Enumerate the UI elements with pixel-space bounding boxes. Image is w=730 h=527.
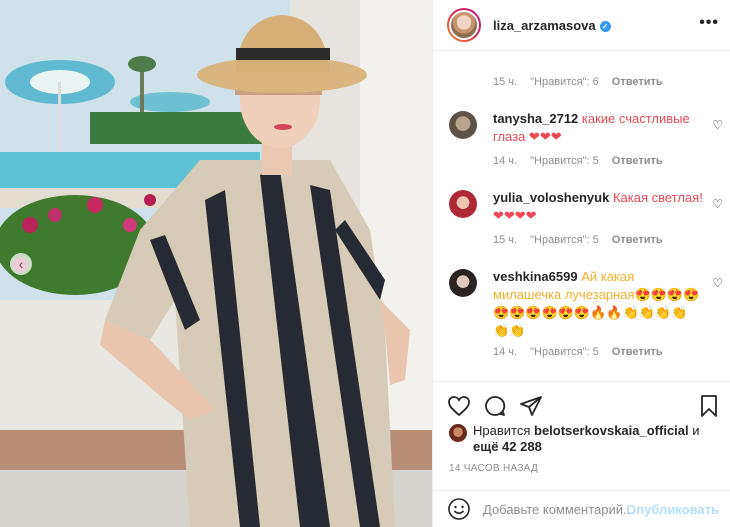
comment-time: 15 ч. [493,76,518,88]
like-comment-heart-icon[interactable]: ♡ [712,197,723,211]
comment-body: tanysha_2712 какие счастливые глаза ❤❤❤ [493,110,703,146]
comments-list: 15 ч. "Нравится": 6 Ответить tanysha_271… [433,52,730,381]
author-username[interactable]: liza_arzamasova ✓ [493,18,611,33]
comment-username[interactable]: tanysha_2712 [493,111,578,126]
more-options-icon[interactable]: ••• [699,14,719,32]
comment-meta: 14 ч. "Нравится": 5 Ответить [493,155,673,167]
liker-avatar[interactable] [449,424,467,442]
comment-body: yulia_voloshenyuk Какая светлая! ❤❤❤❤ [493,189,703,225]
reply-button[interactable]: Ответить [612,155,663,167]
like-comment-heart-icon[interactable]: ♡ [712,118,723,132]
post-photo: ‹ [0,0,432,527]
post-timestamp[interactable]: 14 ЧАСОВ НАЗАД [449,463,538,474]
post-header: liza_arzamasova ✓ ••• [433,0,730,51]
author-avatar[interactable] [447,8,481,42]
likes-count[interactable]: ещё 42 288 [473,439,542,454]
likes-text: Нравится belotserkovskaia_official и ещё… [473,423,719,455]
comment-avatar[interactable] [449,190,477,218]
photo-illustration [0,0,432,527]
comment-input[interactable] [483,501,633,517]
comment-likes[interactable]: "Нравится": 5 [530,234,599,246]
add-comment-bar: Опубликовать [433,490,730,527]
comment-avatar[interactable] [449,269,477,297]
comment-time: 14 ч. [493,346,518,358]
share-paper-plane-icon[interactable] [519,394,543,418]
comment-likes[interactable]: "Нравится": 5 [530,346,599,358]
comment-bubble-icon[interactable] [483,394,507,418]
comment-avatar[interactable] [449,111,477,139]
reply-button[interactable]: Ответить [612,346,663,358]
likes-prefix: Нравится [473,423,531,438]
comment-time: 15 ч. [493,234,518,246]
comment-meta: 15 ч. "Нравится": 5 Ответить [493,234,673,246]
save-bookmark-icon[interactable] [697,394,721,418]
comment-username[interactable]: yulia_voloshenyuk [493,190,609,205]
likes-and: и [692,423,700,438]
comment-body: veshkina6599 Ай какая милашечка лучезарн… [493,268,703,340]
post-actions [433,381,730,427]
likes-summary: Нравится belotserkovskaia_official и ещё… [449,423,719,455]
like-heart-icon[interactable] [447,394,471,418]
comment-meta: 15 ч. "Нравится": 6 Ответить [493,76,673,88]
publish-button[interactable]: Опубликовать [626,502,719,517]
comment-username[interactable]: veshkina6599 [493,269,578,284]
liker-username[interactable]: belotserkovskaia_official [534,423,689,438]
comment-likes[interactable]: "Нравится": 6 [530,76,599,88]
reply-button[interactable]: Ответить [612,76,663,88]
like-comment-heart-icon[interactable]: ♡ [712,276,723,290]
comment-meta: 14 ч. "Нравится": 5 Ответить [493,346,673,358]
post-sidebar: liza_arzamasova ✓ ••• 15 ч. "Нравится": 6… [432,0,730,527]
previous-photo-button[interactable]: ‹ [10,253,32,275]
emoji-icon[interactable] [447,497,471,521]
comment-time: 14 ч. [493,155,518,167]
comment-likes[interactable]: "Нравится": 5 [530,155,599,167]
verified-badge-icon: ✓ [599,20,611,32]
reply-button[interactable]: Ответить [612,234,663,246]
